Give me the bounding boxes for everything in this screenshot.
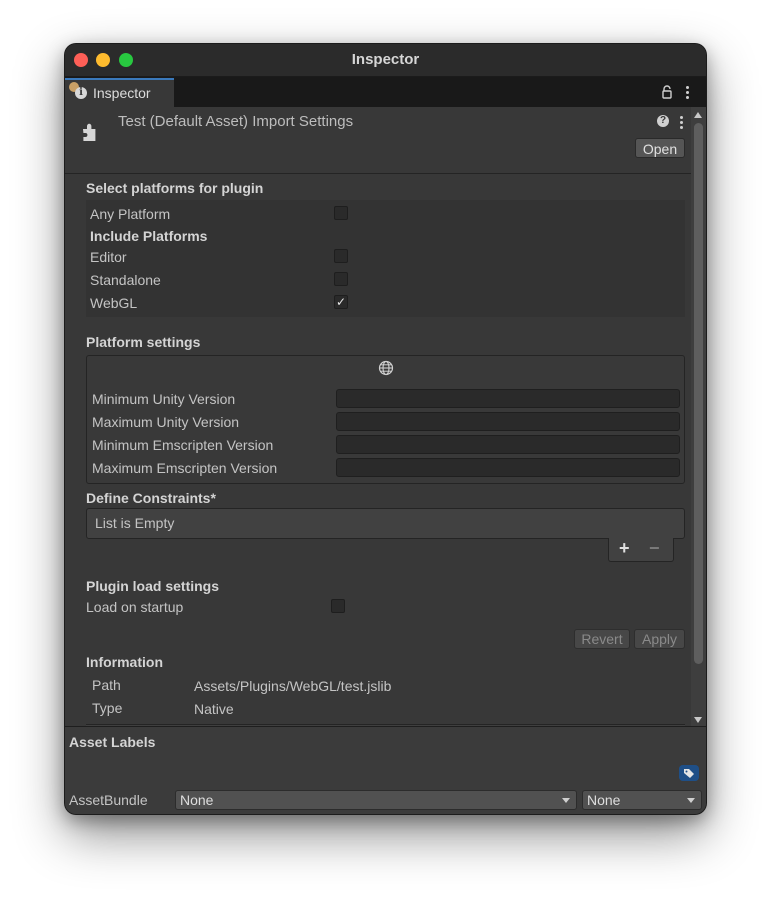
platform-settings-panel: Minimum Unity Version Maximum Unity Vers…: [86, 355, 685, 484]
add-constraint-button[interactable]: +: [619, 538, 630, 559]
help-icon[interactable]: ?: [657, 115, 669, 127]
asset-bundle-variant-dropdown[interactable]: None: [582, 790, 702, 810]
inspector-content: Select platforms for plugin Any Platform…: [65, 174, 691, 726]
asset-bundle-area: AssetBundle None None: [65, 758, 706, 814]
platform-editor-checkbox[interactable]: [334, 249, 348, 263]
min-emscripten-version-field[interactable]: [336, 435, 680, 454]
chevron-down-icon: [687, 798, 695, 803]
include-platforms-label: Include Platforms: [90, 228, 208, 244]
tab-label: Inspector: [93, 85, 151, 101]
tab-inspector[interactable]: i Inspector: [65, 78, 174, 107]
platform-settings-title: Platform settings: [86, 334, 201, 350]
platform-standalone-label: Standalone: [90, 272, 161, 288]
info-path-value: Assets/Plugins/WebGL/test.jslib: [194, 678, 392, 694]
window-title: Inspector: [351, 51, 420, 68]
plugin-icon: [83, 123, 96, 141]
plugin-load-settings-title: Plugin load settings: [86, 578, 220, 594]
asset-bundle-variant-value: None: [587, 792, 621, 808]
revert-button[interactable]: Revert: [574, 629, 630, 649]
inspector-header: Test (Default Asset) Import Settings ? O…: [65, 107, 691, 173]
import-settings-title: Test (Default Asset) Import Settings: [118, 113, 354, 130]
globe-icon[interactable]: [378, 360, 394, 376]
header-menu-dots-icon[interactable]: [680, 116, 684, 130]
scroll-up-arrow-icon[interactable]: [694, 112, 702, 118]
max-emscripten-version-label: Maximum Emscripten Version: [92, 460, 278, 476]
asset-bundle-name-dropdown[interactable]: None: [175, 790, 577, 810]
asset-bundle-name-value: None: [180, 792, 214, 808]
load-on-startup-label: Load on startup: [86, 599, 184, 615]
tag-icon[interactable]: [679, 765, 699, 781]
platform-editor-label: Editor: [90, 249, 127, 265]
inspector-window: Inspector i Inspector Test (Default Asse…: [65, 44, 706, 814]
any-platform-checkbox[interactable]: [334, 206, 348, 220]
lock-icon[interactable]: [662, 85, 672, 99]
platforms-panel: Any Platform Include Platforms Editor St…: [86, 200, 685, 317]
vertical-scrollbar[interactable]: [691, 107, 706, 727]
scroll-down-arrow-icon[interactable]: [694, 717, 702, 723]
info-type-value: Native: [194, 701, 234, 717]
any-platform-label: Any Platform: [90, 206, 171, 222]
max-emscripten-version-field[interactable]: [336, 458, 680, 477]
information-title: Information: [86, 654, 163, 670]
asset-labels-bar[interactable]: Asset Labels: [65, 726, 706, 759]
tab-menu-dots-icon[interactable]: [686, 86, 690, 100]
platform-webgl-label: WebGL: [90, 295, 138, 311]
asset-labels-title: Asset Labels: [69, 734, 156, 750]
remove-constraint-button[interactable]: −: [649, 538, 660, 559]
max-unity-version-label: Maximum Unity Version: [92, 414, 240, 430]
apply-button[interactable]: Apply: [634, 629, 685, 649]
chevron-down-icon: [562, 798, 570, 803]
asset-bundle-label: AssetBundle: [69, 792, 148, 808]
title-bar: Inspector: [65, 44, 706, 77]
min-unity-version-field[interactable]: [336, 389, 680, 408]
info-type-key: Type: [92, 700, 123, 716]
min-unity-version-label: Minimum Unity Version: [92, 391, 236, 407]
open-button[interactable]: Open: [635, 138, 685, 158]
platform-webgl-checkbox[interactable]: ✓: [334, 295, 348, 309]
platform-standalone-checkbox[interactable]: [334, 272, 348, 286]
info-path-key: Path: [92, 677, 121, 693]
define-constraints-list: List is Empty: [86, 508, 685, 539]
scrollbar-thumb[interactable]: [694, 123, 703, 664]
constraints-list-footer: + −: [608, 538, 674, 562]
load-on-startup-checkbox[interactable]: [331, 599, 345, 613]
min-emscripten-version-label: Minimum Emscripten Version: [92, 437, 274, 453]
info-icon: i: [75, 87, 87, 99]
platforms-section-title: Select platforms for plugin: [86, 180, 264, 196]
max-unity-version-field[interactable]: [336, 412, 680, 431]
define-constraints-title: Define Constraints*: [86, 490, 216, 506]
list-empty-text: List is Empty: [95, 515, 175, 531]
tab-bar: i Inspector: [65, 77, 706, 107]
